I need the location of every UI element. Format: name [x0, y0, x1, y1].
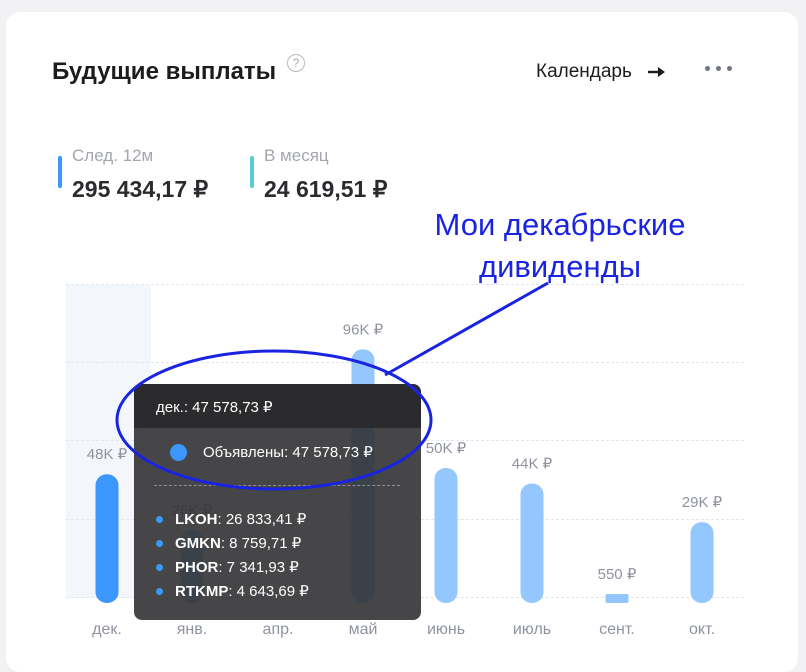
- x-axis-label: июнь: [426, 621, 466, 638]
- tooltip-divider: [154, 485, 400, 486]
- tooltip-item: LKOH: 26 833,41 ₽: [156, 507, 309, 531]
- tooltip-items: LKOH: 26 833,41 ₽ GMKN: 8 759,71 ₽ PHOR:…: [156, 507, 309, 603]
- bar-5[interactable]: [520, 483, 544, 603]
- bar-4[interactable]: [434, 468, 458, 603]
- tooltip-declared: Объявлены: 47 578,73 ₽: [170, 443, 373, 461]
- tooltip-item: RTKMP: 4 643,69 ₽: [156, 579, 309, 603]
- x-axis-label: окт.: [688, 621, 716, 638]
- x-axis-label: май: [348, 621, 378, 638]
- tooltip-header: дек.: 47 578,73 ₽: [134, 384, 421, 428]
- tooltip-declared-label: Объявлены: 47 578,73 ₽: [203, 444, 373, 461]
- chart-tooltip: дек.: 47 578,73 ₽ Объявлены: 47 578,73 ₽…: [134, 384, 421, 620]
- x-axis-label: июль: [512, 621, 552, 638]
- tooltip-item: GMKN: 8 759,71 ₽: [156, 531, 309, 555]
- bar-value-label: 550 ₽: [598, 566, 637, 583]
- bar-0[interactable]: [95, 474, 119, 603]
- x-axis-label: сент.: [599, 621, 635, 638]
- bar-value-label: 96K ₽: [343, 321, 384, 338]
- x-axis-label: янв.: [176, 621, 208, 638]
- bar-value-label: 48K ₽: [87, 446, 128, 463]
- bar-value-label: 44K ₽: [512, 455, 553, 472]
- x-axis-label: апр.: [262, 621, 294, 638]
- bar-7[interactable]: [690, 522, 714, 603]
- legend-dot: [170, 443, 187, 461]
- bar-value-label: 29K ₽: [682, 494, 723, 511]
- x-axis-label: дек.: [92, 621, 122, 638]
- bar-value-label: 50K ₽: [426, 440, 467, 457]
- bar-6[interactable]: [605, 594, 629, 603]
- tooltip-item: PHOR: 7 341,93 ₽: [156, 555, 309, 579]
